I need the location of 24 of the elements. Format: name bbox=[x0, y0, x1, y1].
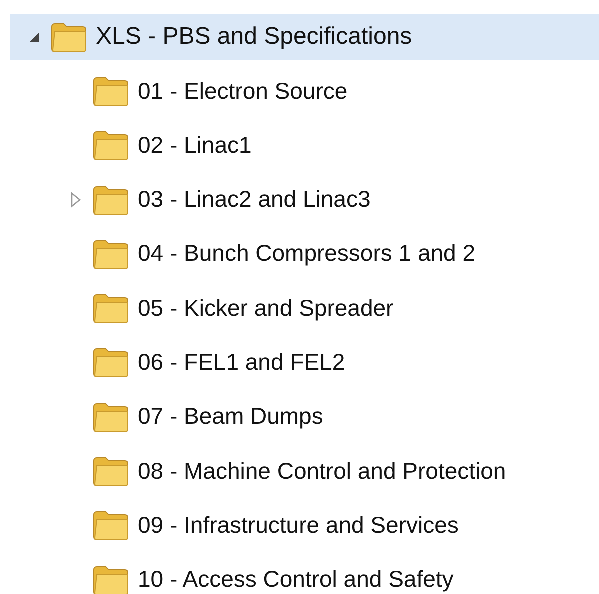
folder-icon bbox=[92, 400, 130, 433]
tree-item[interactable]: XLS - PBS and Specifications bbox=[10, 14, 599, 60]
folder-icon bbox=[92, 129, 130, 162]
folder-icon bbox=[92, 455, 130, 488]
collapsed-triangle-icon[interactable] bbox=[70, 192, 82, 208]
folder-icon bbox=[92, 292, 130, 324]
folder-icon bbox=[92, 184, 130, 216]
tree-item[interactable]: 09 - Infrastructure and Services bbox=[10, 512, 599, 538]
tree-item[interactable]: 04 - Bunch Compressors 1 and 2 bbox=[10, 240, 599, 267]
tree-item[interactable]: 03 - Linac2 and Linac3 bbox=[10, 186, 599, 213]
folder-icon bbox=[50, 21, 88, 53]
folder-icon bbox=[92, 346, 130, 378]
folder-icon bbox=[92, 238, 130, 270]
folder-icon bbox=[92, 509, 130, 542]
tree-item[interactable]: 01 - Electron Source bbox=[10, 78, 599, 104]
tree-item[interactable]: 05 - Kicker and Spreader bbox=[10, 295, 599, 322]
tree-item[interactable]: 10 - Access Control and Safety bbox=[10, 566, 599, 593]
tree-item[interactable]: 02 - Linac1 bbox=[10, 132, 599, 158]
folder-icon bbox=[92, 75, 130, 107]
folder-icon bbox=[92, 564, 130, 594]
expanded-triangle-icon[interactable] bbox=[28, 31, 40, 43]
tree-item[interactable]: 08 - Machine Control and Protection bbox=[10, 458, 599, 484]
tree-item[interactable]: 07 - Beam Dumps bbox=[10, 404, 599, 430]
tree-item[interactable]: 06 - FEL1 and FEL2 bbox=[10, 349, 599, 376]
